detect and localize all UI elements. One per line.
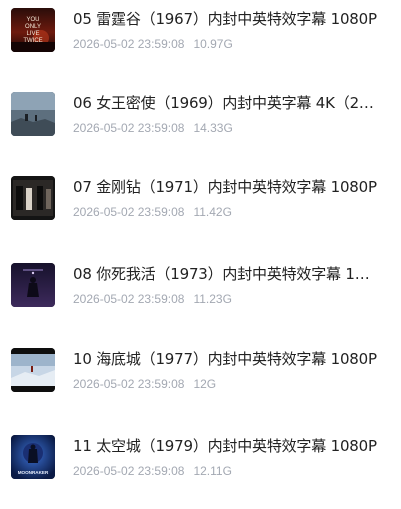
file-title[interactable]: 10 海底城（1977）内封中英特效字幕 1080P — [73, 349, 379, 369]
file-size: 14.33G — [193, 121, 233, 135]
file-date: 2026-05-02 23:59:08 — [73, 292, 185, 306]
file-date: 2026-05-02 23:59:08 — [73, 121, 185, 135]
file-meta: 2026-05-02 23:59:08 11.42G — [73, 204, 232, 220]
file-size: 12G — [193, 377, 217, 391]
thumb-text: LIVE — [26, 31, 39, 37]
movie-poster-icon — [11, 92, 55, 136]
file-item[interactable]: MOONRAKER 11 太空城（1979）内封中英特效字幕 1080P 202… — [0, 427, 401, 487]
file-meta: 2026-05-02 23:59:08 12.11G — [73, 463, 232, 479]
file-item[interactable]: 10 海底城（1977）内封中英特效字幕 1080P 2026-05-02 23… — [0, 340, 401, 400]
movie-poster-icon: YOU ONLY LIVE TWICE — [11, 8, 55, 52]
thumb-text: TWICE — [23, 38, 42, 44]
movie-poster-icon — [11, 263, 55, 307]
movie-poster-icon: MOONRAKER — [11, 435, 55, 479]
file-item[interactable]: YOU ONLY LIVE TWICE 05 雷霆谷（1967）内封中英特效字幕… — [0, 0, 401, 60]
file-title[interactable]: 06 女王密使（1969）内封中英字幕 4K（2160P） — [73, 93, 379, 113]
file-date: 2026-05-02 23:59:08 — [73, 377, 185, 391]
movie-poster-icon — [11, 176, 55, 220]
file-title[interactable]: 11 太空城（1979）内封中英特效字幕 1080P — [73, 436, 379, 456]
thumb-text: ONLY — [25, 24, 41, 30]
file-meta: 2026-05-02 23:59:08 11.23G — [73, 291, 232, 307]
file-size: 12.11G — [193, 464, 232, 478]
file-list: YOU ONLY LIVE TWICE 05 雷霆谷（1967）内封中英特效字幕… — [0, 0, 401, 509]
file-item[interactable]: 07 金刚钻（1971）内封中英特效字幕 1080P 2026-05-02 23… — [0, 168, 401, 228]
thumb-text: YOU — [26, 17, 39, 23]
file-meta: 2026-05-02 23:59:08 14.33G — [73, 120, 233, 136]
file-title[interactable]: 08 你死我活（1973）内封中英特效字幕 1080P — [73, 264, 379, 284]
file-item[interactable]: 08 你死我活（1973）内封中英特效字幕 1080P 2026-05-02 2… — [0, 255, 401, 315]
file-title[interactable]: 05 雷霆谷（1967）内封中英特效字幕 1080P — [73, 9, 379, 29]
file-meta: 2026-05-02 23:59:08 12G — [73, 376, 216, 392]
file-size: 11.23G — [193, 292, 232, 306]
movie-poster-icon — [11, 348, 55, 392]
thumb-text: MOONRAKER — [18, 470, 49, 475]
file-date: 2026-05-02 23:59:08 — [73, 205, 185, 219]
file-date: 2026-05-02 23:59:08 — [73, 37, 185, 51]
file-date: 2026-05-02 23:59:08 — [73, 464, 185, 478]
file-item[interactable]: 06 女王密使（1969）内封中英字幕 4K（2160P） 2026-05-02… — [0, 84, 401, 144]
file-title[interactable]: 07 金刚钻（1971）内封中英特效字幕 1080P — [73, 177, 379, 197]
file-size: 10.97G — [193, 37, 233, 51]
file-size: 11.42G — [193, 205, 232, 219]
file-meta: 2026-05-02 23:59:08 10.97G — [73, 36, 233, 52]
